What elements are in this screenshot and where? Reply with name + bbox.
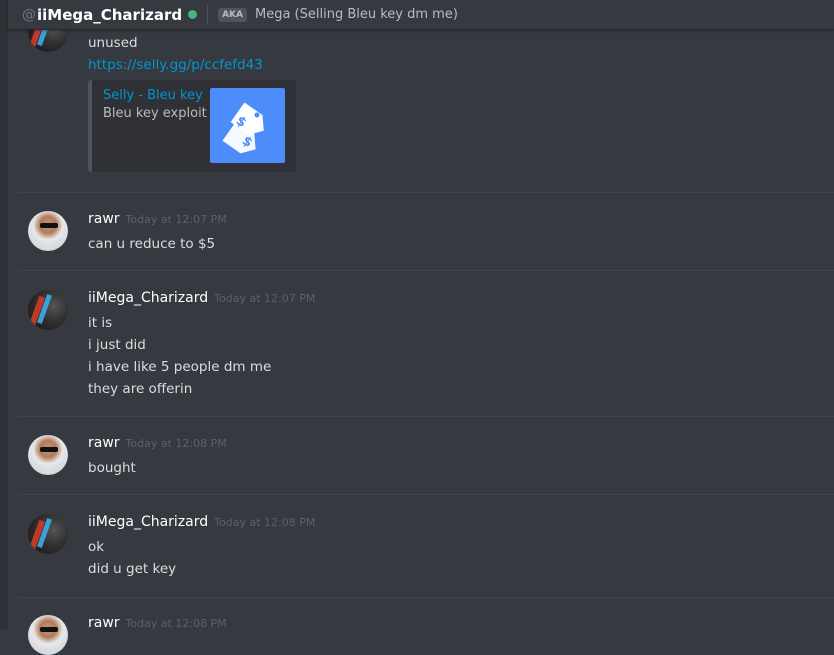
embed-title[interactable]: Selly - Bleu key [103,88,203,103]
timestamp: Today at 12:08 PM [214,516,316,529]
username[interactable]: iiMega_Charizard [88,290,208,306]
price-tag-icon: $ $ [222,102,264,154]
message-link[interactable]: https://selly.gg/p/ccfefd43 [88,54,263,76]
message-divider [18,270,834,271]
at-symbol: @ [22,6,36,23]
message-text: unused [88,35,138,51]
message-text: ok [88,539,105,555]
avatar[interactable] [28,615,68,655]
header-divider [207,4,209,25]
avatar[interactable] [28,211,68,251]
message-text: did u get key [88,561,177,577]
header-username[interactable]: iiMega_Charizard [37,6,182,24]
message-divider [18,494,834,495]
avatar[interactable] [28,435,68,475]
message-text: can u reduce to $5 [88,236,216,252]
username[interactable]: rawr [88,211,120,227]
aka-badge: AKA [218,7,247,22]
message-divider [18,597,834,598]
avatar[interactable] [28,290,68,330]
message-text: they are offerin [88,381,193,397]
timestamp: Today at 12:07 PM [125,213,227,226]
message-text: it is [88,315,113,331]
embed-description: Bleu key exploit [103,106,207,121]
online-status-icon [188,10,198,19]
link-embed: Selly - Bleu key Bleu key exploit $ $ [88,80,296,172]
timestamp: Today at 12:08 PM [125,617,227,630]
header-nickname: Mega (Selling Bleu key dm me) [254,7,458,22]
username[interactable]: iiMega_Charizard [88,514,208,530]
username[interactable]: rawr [88,615,120,631]
message-text: i have like 5 people dm me [88,359,272,375]
message-text: i just did [88,337,146,353]
message-text: bought [88,460,136,476]
embed-thumbnail[interactable]: $ $ [210,88,285,163]
timestamp: Today at 12:07 PM [214,292,316,305]
dm-header: @ iiMega_Charizard AKA Mega (Selling Ble… [8,0,834,30]
left-strip [0,0,8,630]
message-divider [18,192,834,193]
avatar[interactable] [28,514,68,554]
username[interactable]: rawr [88,435,120,451]
message-divider [18,416,834,417]
timestamp: Today at 12:08 PM [125,437,227,450]
